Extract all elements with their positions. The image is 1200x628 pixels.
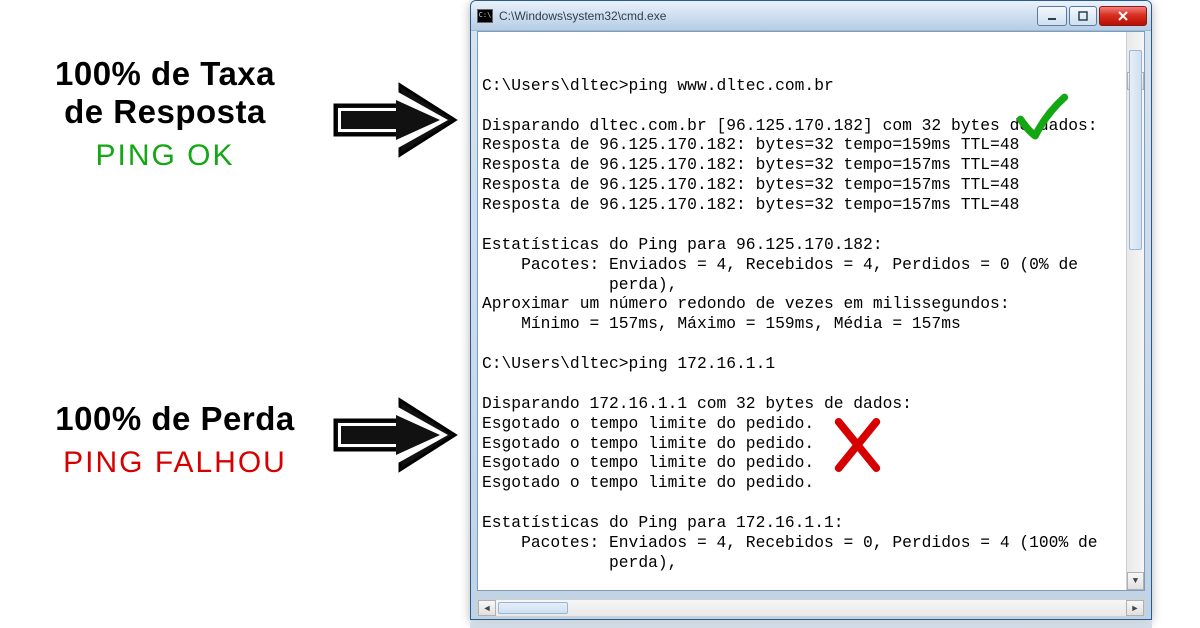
cmd-window: C:\ C:\Windows\system32\cmd.exe C:\Users… bbox=[470, 0, 1152, 620]
terminal-line: C:\Users\dltec>ping www.dltec.com.br bbox=[482, 76, 834, 95]
terminal-line: Pacotes: Enviados = 4, Recebidos = 0, Pe… bbox=[482, 533, 1098, 552]
scroll-left-arrow-icon[interactable]: ◄ bbox=[478, 600, 496, 616]
terminal-line: Esgotado o tempo limite do pedido. bbox=[482, 414, 814, 433]
terminal-line: Mínimo = 157ms, Máximo = 159ms, Média = … bbox=[482, 314, 961, 333]
horizontal-scrollbar[interactable]: ◄ ► bbox=[477, 599, 1145, 617]
maximize-icon bbox=[1078, 11, 1088, 21]
vertical-scrollbar[interactable]: ▲ ▼ bbox=[1126, 32, 1144, 590]
terminal-line: Disparando dltec.com.br [96.125.170.182]… bbox=[482, 116, 1098, 135]
close-button[interactable] bbox=[1099, 6, 1147, 26]
terminal-output[interactable]: C:\Users\dltec>ping www.dltec.com.br Dis… bbox=[477, 31, 1145, 591]
terminal-line: Pacotes: Enviados = 4, Recebidos = 4, Pe… bbox=[482, 255, 1078, 274]
minimize-icon bbox=[1047, 11, 1057, 21]
annotation-failure: 100% de Perda PING FALHOU bbox=[25, 400, 325, 480]
terminal-line: Resposta de 96.125.170.182: bytes=32 tem… bbox=[482, 175, 1019, 194]
terminal-line: Esgotado o tempo limite do pedido. bbox=[482, 434, 814, 453]
terminal-line: Disparando 172.16.1.1 com 32 bytes de da… bbox=[482, 394, 912, 413]
window-titlebar[interactable]: C:\ C:\Windows\system32\cmd.exe bbox=[471, 1, 1151, 31]
hscroll-thumb[interactable] bbox=[498, 602, 568, 614]
arrow-icon bbox=[330, 395, 460, 475]
terminal-line: Resposta de 96.125.170.182: bytes=32 tem… bbox=[482, 135, 1019, 154]
terminal-line: Estatísticas do Ping para 172.16.1.1: bbox=[482, 513, 844, 532]
terminal-line: perda), bbox=[482, 275, 677, 294]
scroll-right-arrow-icon[interactable]: ► bbox=[1126, 600, 1144, 616]
terminal-line: Aproximar um número redondo de vezes em … bbox=[482, 294, 1010, 313]
annotation-success: 100% de Taxa de Resposta PING OK bbox=[15, 55, 315, 173]
terminal-line: perda), bbox=[482, 553, 677, 572]
terminal-line: Resposta de 96.125.170.182: bytes=32 tem… bbox=[482, 155, 1019, 174]
annotation-success-line1: 100% de Taxa bbox=[15, 55, 315, 93]
annotation-failure-line1: 100% de Perda bbox=[25, 400, 325, 438]
maximize-button[interactable] bbox=[1069, 6, 1097, 26]
cmd-icon: C:\ bbox=[477, 9, 493, 23]
minimize-button[interactable] bbox=[1037, 6, 1067, 26]
terminal-line: Esgotado o tempo limite do pedido. bbox=[482, 473, 814, 492]
ping-fail-label: PING FALHOU bbox=[25, 446, 325, 480]
terminal-line: Resposta de 96.125.170.182: bytes=32 tem… bbox=[482, 195, 1019, 214]
annotation-success-line2: de Resposta bbox=[15, 93, 315, 131]
taskbar-strip bbox=[470, 620, 1152, 628]
terminal-line: Estatísticas do Ping para 96.125.170.182… bbox=[482, 235, 883, 254]
terminal-line: Esgotado o tempo limite do pedido. bbox=[482, 453, 814, 472]
scroll-down-arrow-icon[interactable]: ▼ bbox=[1127, 572, 1144, 590]
window-buttons bbox=[1035, 6, 1147, 26]
ping-ok-label: PING OK bbox=[15, 139, 315, 173]
terminal-line: C:\Users\dltec>ping 172.16.1.1 bbox=[482, 354, 775, 373]
close-icon bbox=[1117, 11, 1129, 21]
window-title: C:\Windows\system32\cmd.exe bbox=[499, 9, 1035, 23]
scroll-thumb[interactable] bbox=[1129, 50, 1142, 250]
arrow-icon bbox=[330, 80, 460, 160]
